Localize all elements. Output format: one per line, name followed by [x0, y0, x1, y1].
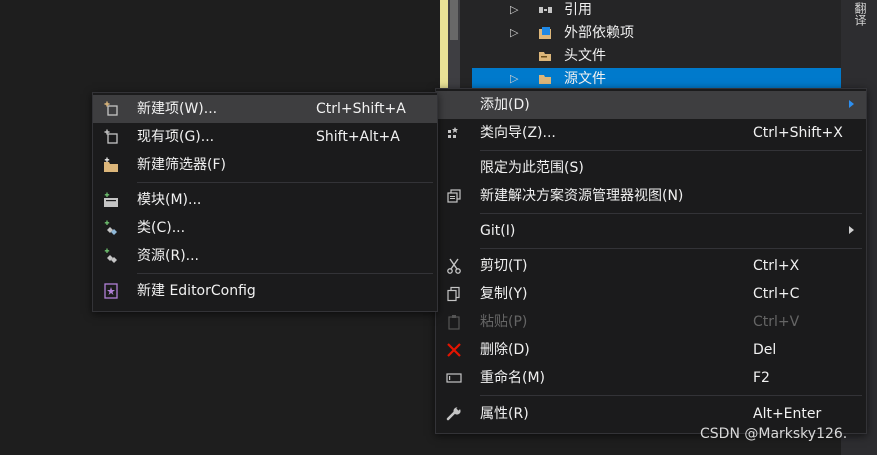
copy-icon: [447, 286, 460, 302]
menu-item-label: 类向导(Z)...: [480, 125, 556, 141]
menu-item-shortcut: Ctrl+Shift+A: [316, 101, 406, 117]
menu-item-shortcut: Ctrl+C: [753, 286, 800, 302]
menu-item-label: 资源(R)...: [137, 248, 200, 264]
submenu-item-editorconfig[interactable]: 新建 EditorConfig: [93, 277, 437, 305]
menu-item-shortcut: Alt+Enter: [753, 406, 822, 422]
menu-item-properties[interactable]: 属性(R) Alt+Enter: [436, 400, 866, 428]
editor-change-margin: [440, 0, 448, 88]
menu-item-label: 类(C)...: [137, 220, 186, 236]
submenu-item-new-filter[interactable]: 新建筛选器(F): [93, 151, 437, 179]
menu-item-new-explorer-view[interactable]: 新建解决方案资源管理器视图(N): [436, 182, 866, 210]
menu-item-scope-to-this[interactable]: 限定为此范围(S): [436, 154, 866, 182]
menu-separator: [480, 395, 862, 396]
submenu-arrow-icon: [849, 226, 854, 234]
menu-item-label: 现有项(G)...: [137, 129, 215, 145]
submenu-item-resource[interactable]: 资源(R)...: [93, 242, 437, 270]
menu-item-shortcut: Ctrl+Shift+X: [753, 125, 843, 141]
tree-item-header-files[interactable]: 头文件: [460, 45, 841, 67]
source-folder-icon: [539, 75, 551, 84]
wrench-icon: [446, 406, 461, 421]
menu-item-git[interactable]: Git(I): [436, 217, 866, 245]
tree-item-label: 引用: [564, 2, 592, 18]
submenu-item-new-item[interactable]: 新建项(W)... Ctrl+Shift+A: [93, 95, 437, 123]
new-filter-icon: [104, 157, 118, 172]
add-submenu: 新建项(W)... Ctrl+Shift+A 现有项(G)... Shift+A…: [92, 92, 438, 312]
menu-separator: [480, 150, 862, 151]
menu-separator: [480, 213, 862, 214]
menu-item-label: 重命名(M): [480, 370, 546, 386]
menu-item-label: 复制(Y): [480, 286, 528, 302]
submenu-item-module[interactable]: 模块(M)...: [93, 186, 437, 214]
menu-item-label: 剪切(T): [480, 258, 528, 274]
menu-item-shortcut: F2: [753, 370, 770, 386]
menu-item-delete[interactable]: 删除(D) Del: [436, 336, 866, 364]
menu-item-label: 新建 EditorConfig: [137, 283, 256, 299]
editorconfig-icon: [104, 283, 118, 299]
tree-item-external-deps[interactable]: ▷ 外部依赖项: [460, 22, 841, 44]
class-wizard-icon: [448, 127, 458, 138]
menu-item-label: 新建项(W)...: [137, 101, 218, 117]
menu-item-paste[interactable]: 粘贴(P) Ctrl+V: [436, 308, 866, 336]
menu-item-rename[interactable]: 重命名(M) F2: [436, 364, 866, 392]
menu-item-add[interactable]: 添加(D): [436, 91, 866, 119]
menu-item-label: 新建筛选器(F): [137, 157, 226, 173]
menu-item-label: 属性(R): [480, 406, 529, 422]
solution-explorer: ▷ 引用 ▷ 外部依赖项 头文件 ▷ 源文件: [460, 0, 841, 90]
menu-item-label: 模块(M)...: [137, 192, 202, 208]
translate-tab[interactable]: 翻译: [849, 2, 867, 26]
menu-item-shortcut: Ctrl+X: [753, 258, 800, 274]
menu-item-class-wizard[interactable]: 类向导(Z)... Ctrl+Shift+X: [436, 119, 866, 147]
menu-item-copy[interactable]: 复制(Y) Ctrl+C: [436, 280, 866, 308]
menu-item-label: 添加(D): [480, 97, 530, 113]
tree-item-label: 头文件: [564, 48, 606, 64]
tree-item-source-files[interactable]: ▷ 源文件: [472, 68, 841, 90]
paste-icon: [448, 315, 460, 330]
existing-item-icon: [104, 129, 118, 144]
tree-item-references[interactable]: ▷ 引用: [460, 0, 841, 21]
class-icon: [104, 220, 117, 235]
editor-scrollbar[interactable]: [448, 0, 460, 88]
header-folder-icon: [539, 52, 551, 61]
menu-item-label: 粘贴(P): [480, 314, 528, 330]
delete-icon: [447, 343, 461, 357]
menu-item-label: 限定为此范围(S): [480, 160, 584, 176]
menu-separator: [137, 182, 433, 183]
menu-item-shortcut: Del: [753, 342, 777, 358]
rename-icon: [446, 373, 462, 383]
context-menu: 添加(D) 类向导(Z)... Ctrl+Shift+X 限定为此范围(S) 新…: [435, 88, 867, 434]
cut-icon: [447, 258, 461, 274]
watermark-text: CSDN @Marksky126.: [700, 426, 848, 442]
module-icon: [104, 192, 118, 207]
submenu-arrow-icon: [849, 100, 854, 108]
menu-separator: [137, 273, 433, 274]
tree-item-label: 外部依赖项: [564, 25, 634, 41]
menu-item-label: 新建解决方案资源管理器视图(N): [480, 188, 684, 204]
external-deps-icon: [539, 27, 551, 39]
menu-separator: [480, 248, 862, 249]
expand-arrow-icon[interactable]: ▷: [510, 0, 518, 21]
new-item-icon: [104, 101, 118, 116]
new-view-icon: [447, 189, 461, 203]
menu-item-label: 删除(D): [480, 342, 530, 358]
submenu-item-existing-item[interactable]: 现有项(G)... Shift+Alt+A: [93, 123, 437, 151]
reference-icon: [539, 7, 552, 13]
resource-icon: [104, 248, 117, 263]
menu-item-cut[interactable]: 剪切(T) Ctrl+X: [436, 252, 866, 280]
menu-item-shortcut: Ctrl+V: [753, 314, 800, 330]
submenu-item-class[interactable]: 类(C)...: [93, 214, 437, 242]
expand-arrow-icon[interactable]: ▷: [510, 68, 518, 90]
menu-item-shortcut: Shift+Alt+A: [316, 129, 400, 145]
expand-arrow-icon[interactable]: ▷: [510, 22, 518, 44]
menu-item-label: Git(I): [480, 223, 516, 239]
tree-item-label: 源文件: [564, 71, 606, 87]
